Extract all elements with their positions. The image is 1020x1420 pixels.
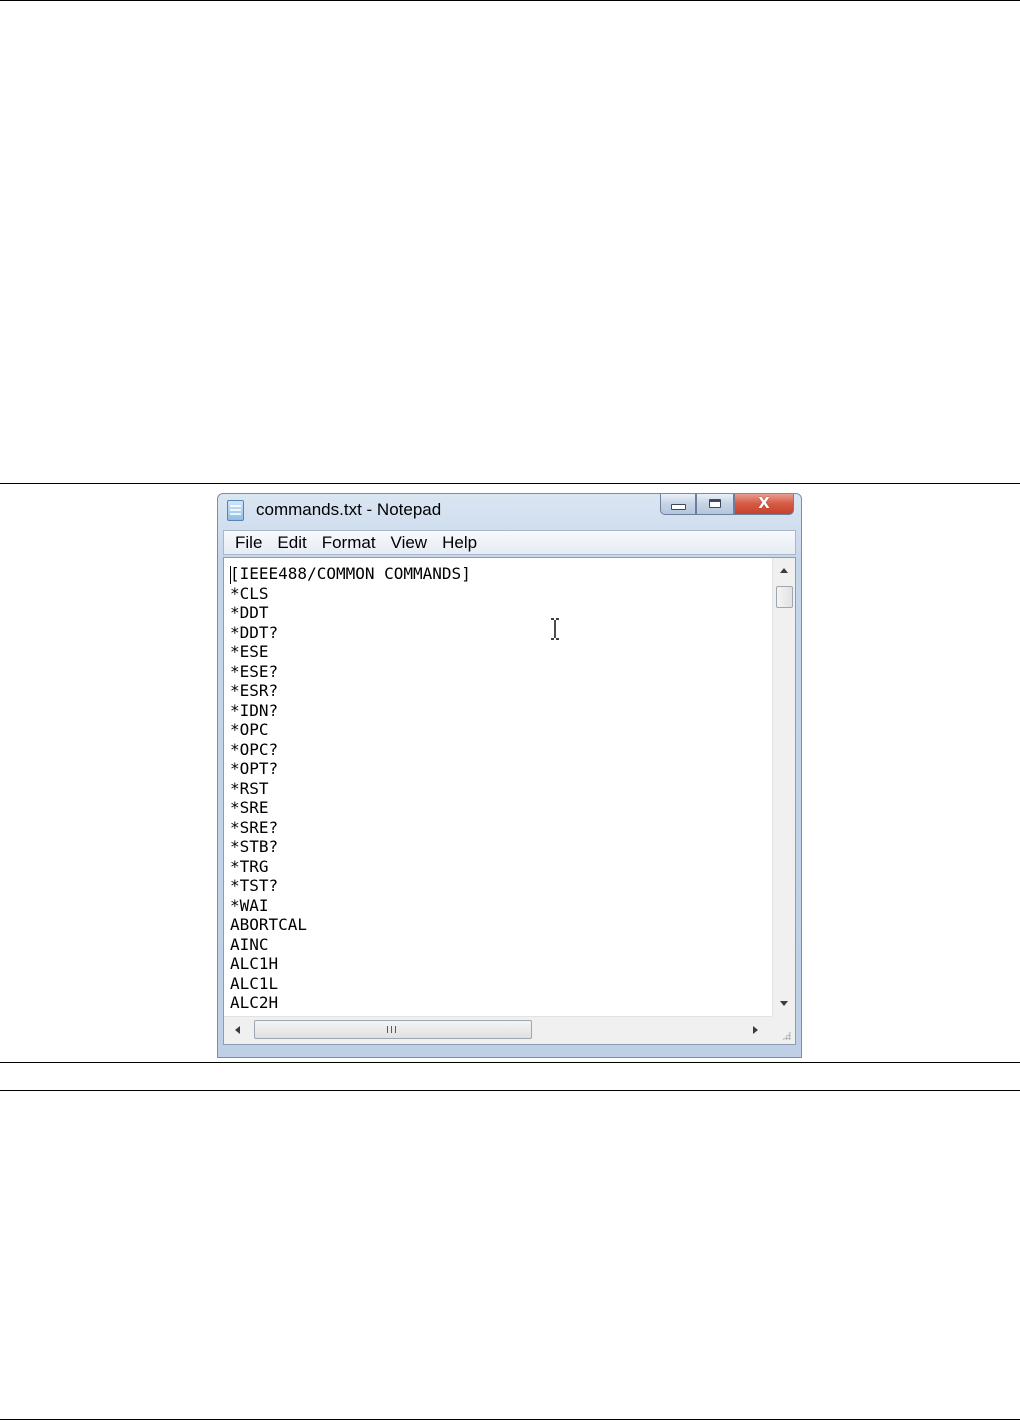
text-line: *IDN? xyxy=(230,700,279,720)
scroll-right-icon[interactable] xyxy=(753,1026,758,1034)
scroll-up-icon[interactable] xyxy=(780,568,788,573)
horizontal-scrollbar[interactable] xyxy=(224,1016,772,1044)
scroll-down-icon[interactable] xyxy=(780,1001,788,1006)
maximize-icon xyxy=(709,499,721,508)
scroll-left-icon[interactable] xyxy=(235,1026,240,1034)
text-content[interactable]: [IEEE488/COMMON COMMANDS] *CLS *DDT *DDT… xyxy=(224,558,772,1016)
text-line: AINC xyxy=(230,934,269,954)
vertical-scrollbar[interactable] xyxy=(772,558,795,1016)
text-line: *STB? xyxy=(230,837,279,856)
top-rule xyxy=(0,0,1020,1)
menu-view[interactable]: View xyxy=(385,531,434,554)
text-line: *DDT xyxy=(230,603,269,622)
caption-rule xyxy=(0,1090,1020,1091)
text-line: ALC2H xyxy=(230,993,279,1012)
text-line: *DDT? xyxy=(230,622,279,642)
text-line: *ESE? xyxy=(230,661,279,681)
close-button[interactable]: X xyxy=(734,494,794,515)
menu-format[interactable]: Format xyxy=(316,531,382,554)
text-line: *SRE xyxy=(230,798,269,817)
horizontal-scroll-thumb[interactable] xyxy=(254,1020,532,1039)
close-icon: X xyxy=(758,494,770,512)
title-bar[interactable]: commands.txt - Notepad X xyxy=(218,494,801,528)
text-line: *RST xyxy=(230,778,269,798)
text-line: *ESE xyxy=(230,642,269,661)
text-line: *ESR? xyxy=(230,681,279,700)
text-line: *SRE? xyxy=(230,817,279,837)
maximize-button[interactable] xyxy=(696,494,734,515)
text-line: *OPC xyxy=(230,720,269,739)
minimize-icon xyxy=(670,503,686,510)
text-line: ABORTCAL xyxy=(230,915,308,934)
notepad-window: commands.txt - Notepad X File Edit Forma… xyxy=(217,493,802,1058)
menu-file[interactable]: File xyxy=(229,531,268,554)
notepad-icon[interactable] xyxy=(227,500,244,521)
figure-top-rule xyxy=(0,483,1020,484)
text-line: [IEEE488/COMMON COMMANDS] xyxy=(230,564,471,583)
text-line: *OPT? xyxy=(230,759,279,778)
window-title: commands.txt - Notepad xyxy=(256,500,442,519)
text-line: *TRG xyxy=(230,856,269,876)
text-line: *CLS xyxy=(230,583,269,603)
menu-bar: File Edit Format View Help xyxy=(223,530,796,555)
text-line: *WAI xyxy=(230,895,269,915)
menu-edit[interactable]: Edit xyxy=(271,531,312,554)
scroll-grip-icon xyxy=(387,1026,398,1033)
text-line: ALC1L xyxy=(230,973,279,993)
vertical-scroll-thumb[interactable] xyxy=(776,586,793,608)
text-line: *OPC? xyxy=(230,739,279,759)
ibeam-cursor-icon xyxy=(551,618,559,640)
resize-grip-icon[interactable] xyxy=(772,1016,795,1044)
text-line: ALC1H xyxy=(230,954,279,973)
text-editor[interactable]: [IEEE488/COMMON COMMANDS] *CLS *DDT *DDT… xyxy=(223,557,796,1045)
text-line: *TST? xyxy=(230,876,279,895)
minimize-button[interactable] xyxy=(660,494,696,515)
figure-bottom-rule xyxy=(0,1062,1020,1063)
text-caret xyxy=(230,566,231,584)
menu-help[interactable]: Help xyxy=(436,531,483,554)
